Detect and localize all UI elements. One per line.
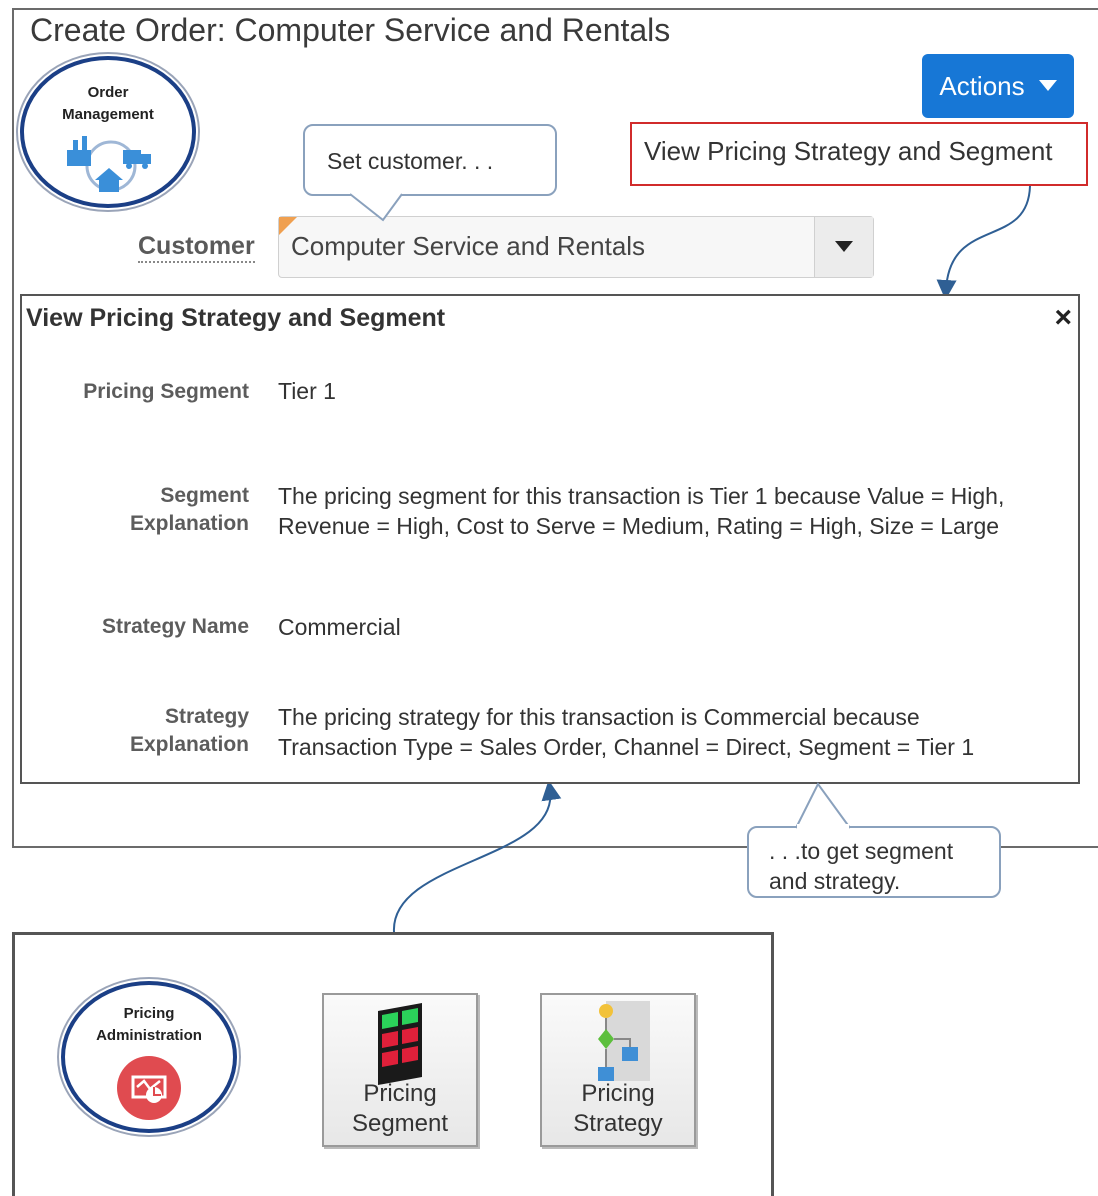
pricing-segment-icon — [378, 1003, 422, 1085]
pricing-strategy-tile[interactable]: Pricing Strategy — [540, 993, 696, 1147]
page-title: Create Order: Computer Service and Renta… — [30, 12, 671, 48]
caret-down-icon — [835, 241, 853, 252]
customer-select[interactable]: Computer Service and Rentals — [278, 216, 874, 278]
callout-text-line2: and strategy. — [769, 868, 901, 894]
pricing-segment-value: Tier 1 — [278, 378, 336, 404]
pricing-segment-tile[interactable]: Pricing Segment — [322, 993, 478, 1147]
order-management-badge: Order Management — [20, 56, 196, 208]
pricing-admin-icon — [117, 1056, 181, 1120]
segment-explanation-label-1: Segment — [160, 484, 249, 507]
callout-tail — [795, 782, 851, 829]
strategy-explanation-label-2: Explanation — [129, 733, 249, 756]
segment-explanation-label-2: Explanation — [129, 512, 249, 535]
caret-down-icon — [1038, 80, 1057, 91]
callout-tail — [350, 193, 403, 222]
customer-label: Customer — [138, 231, 255, 263]
callout-get-segment: . . .to get segment and strategy. — [747, 826, 1001, 898]
customer-value: Computer Service and Rentals — [291, 231, 646, 261]
badge-label-line1: Order — [87, 84, 129, 101]
pricing-strategy-dialog: View Pricing Strategy and Segment × Pric… — [20, 294, 1080, 784]
pricing-strategy-label: Pricing Strategy — [573, 1080, 663, 1137]
close-icon[interactable]: × — [1054, 303, 1072, 333]
strategy-name-value: Commercial — [278, 614, 401, 640]
pricing-administration-badge: Pricing Administration — [61, 981, 237, 1133]
badge-label-line2: Administration — [96, 1027, 202, 1044]
callout-set-customer: Set customer. . . — [303, 124, 557, 196]
factory-truck-home-icon — [67, 136, 151, 192]
actions-button-label: Actions — [939, 70, 1025, 101]
pricing-strategy-icon — [598, 1001, 650, 1081]
badge-label-line1: Pricing — [123, 1005, 175, 1022]
pricing-admin-panel: Pricing Administration Pricing Segment P… — [12, 932, 774, 1196]
callout-tail-cover — [797, 824, 849, 830]
dialog-title: View Pricing Strategy and Segment — [26, 304, 446, 332]
customer-dropdown-button[interactable] — [814, 217, 873, 277]
strategy-name-label: Strategy Name — [101, 615, 249, 638]
strategy-explanation-value-1: The pricing strategy for this transactio… — [278, 704, 920, 730]
callout-text: Set customer. . . — [327, 148, 494, 174]
callout-text-line1: . . .to get segment — [769, 838, 954, 864]
strategy-explanation-value-2: Transaction Type = Sales Order, Channel … — [278, 734, 975, 760]
actions-button[interactable]: Actions — [922, 54, 1074, 118]
pricing-segment-label: Pricing Segment — [351, 1080, 449, 1137]
segment-explanation-value-1: The pricing segment for this transaction… — [278, 483, 1005, 509]
arrow-panel-to-dialog — [392, 780, 562, 933]
arrow-hint-to-dialog — [936, 185, 1031, 300]
segment-explanation-value-2: Revenue = High, Cost to Serve = Medium, … — [278, 513, 1000, 539]
badge-label-line2: Management — [62, 106, 154, 123]
strategy-explanation-label-1: Strategy — [164, 705, 249, 728]
hint-view-pricing: View Pricing Strategy and Segment — [630, 122, 1088, 186]
pricing-segment-label: Pricing Segment — [83, 380, 249, 403]
